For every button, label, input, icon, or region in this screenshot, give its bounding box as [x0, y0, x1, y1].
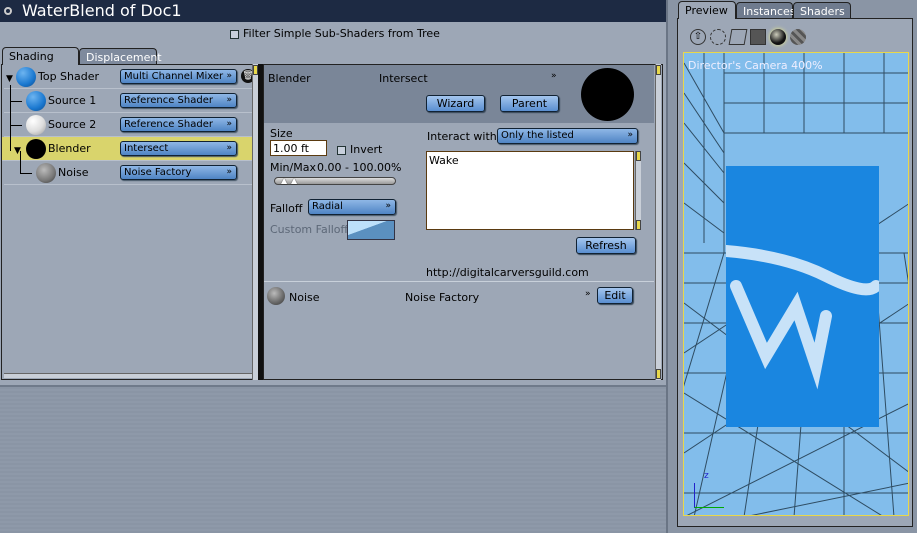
shader-ball-icon: [16, 67, 36, 87]
expand-triangle-icon[interactable]: ▼: [6, 74, 13, 84]
shader-ball-icon: [26, 139, 46, 159]
slider-handle-min[interactable]: ▲: [281, 176, 287, 185]
wizard-button[interactable]: Wizard: [426, 95, 485, 112]
slider-handle-max[interactable]: ▲: [291, 176, 297, 185]
tree-scrollbar[interactable]: [252, 64, 258, 380]
shader-type-select[interactable]: Reference Shader»: [120, 117, 237, 132]
custom-falloff-label: Custom Falloff: [270, 223, 349, 236]
horizontal-scrollbar[interactable]: [4, 373, 254, 378]
window-title: WaterBlend of Doc1: [22, 1, 182, 20]
list-scrollbar[interactable]: [635, 151, 641, 230]
textured-icon[interactable]: [790, 29, 806, 45]
window-title-bar: WaterBlend of Doc1: [0, 0, 666, 22]
tree-row-top-shader[interactable]: ▼ Top Shader Multi Channel Mixer» 🗑: [4, 65, 256, 89]
list-item[interactable]: Wake: [429, 154, 631, 167]
filter-label: Filter Simple Sub-Shaders from Tree: [243, 27, 440, 40]
falloff-label: Falloff: [270, 202, 303, 215]
axis-gizmo: [694, 483, 724, 508]
minmax-value: 0.00 - 100.00%: [317, 161, 402, 174]
detail-scrollbar[interactable]: [655, 64, 661, 380]
wireframe-icon[interactable]: [728, 29, 748, 45]
shader-tree: ▼ Top Shader Multi Channel Mixer» 🗑 Sour…: [1, 64, 258, 380]
refresh-button[interactable]: Refresh: [576, 237, 636, 254]
tree-row-source-1[interactable]: Source 1 Reference Shader»: [4, 89, 256, 113]
tree-line: [10, 85, 11, 151]
camera-label[interactable]: Director's Camera 400%: [688, 59, 823, 72]
axis-gizmo-icon: z: [704, 471, 709, 481]
tree-label: Noise: [58, 166, 89, 179]
shader-ball-icon: [26, 91, 46, 111]
shader-type-select[interactable]: Reference Shader»: [120, 93, 237, 108]
child-shader-name: Noise: [289, 291, 320, 304]
tree-row-blender[interactable]: ▼ Blender Intersect»: [2, 137, 258, 161]
shader-ball-icon: [36, 163, 56, 183]
custom-falloff-curve[interactable]: [347, 220, 395, 240]
edit-button[interactable]: Edit: [597, 287, 633, 304]
tree-label: Source 1: [48, 94, 97, 107]
parent-button[interactable]: Parent: [500, 95, 559, 112]
noise-ball-icon: [267, 287, 285, 305]
shader-ball-icon: [26, 115, 46, 135]
window-close-icon[interactable]: [4, 7, 12, 15]
size-label: Size: [270, 127, 293, 140]
shader-detail-panel: Blender Intersect » Wizard Parent Size 1…: [263, 64, 663, 380]
tree-label: Top Shader: [38, 70, 100, 83]
flat-shaded-icon[interactable]: [750, 29, 766, 45]
shader-type-select[interactable]: Noise Factory»: [120, 165, 237, 180]
minmax-label: Min/Max: [270, 161, 316, 174]
interact-label: Interact with: [427, 130, 497, 143]
invert-label: Invert: [350, 143, 383, 156]
tree-label: Blender: [48, 142, 91, 155]
bounding-box-icon[interactable]: [710, 29, 726, 45]
interact-list[interactable]: Wake: [426, 151, 634, 230]
divider: [264, 281, 654, 282]
smooth-shaded-icon[interactable]: [770, 29, 786, 45]
tree-line: [20, 173, 32, 174]
child-shader-type[interactable]: Noise Factory: [405, 291, 479, 304]
url-link[interactable]: http://digitalcarversguild.com: [426, 266, 589, 279]
chevron-down-icon[interactable]: »: [551, 71, 557, 81]
render-mode-toolbar: ⇧: [690, 29, 806, 45]
tab-shading[interactable]: Shading: [2, 47, 79, 65]
filter-checkbox[interactable]: Filter Simple Sub-Shaders from Tree: [230, 27, 440, 40]
detail-shader-type[interactable]: Intersect: [379, 72, 428, 85]
tree-line: [20, 151, 21, 173]
preview-viewport[interactable]: Director's Camera 400% z: [683, 52, 909, 516]
wake-pattern: [720, 245, 882, 390]
tree-line: [10, 101, 22, 102]
empty-area: [0, 385, 666, 533]
move-icon[interactable]: ⇧: [690, 29, 706, 45]
shader-type-select[interactable]: Intersect»: [120, 141, 237, 156]
interact-select[interactable]: Only the listed»: [497, 128, 638, 144]
tree-line: [10, 125, 22, 126]
tree-label: Source 2: [48, 118, 97, 131]
shader-type-select[interactable]: Multi Channel Mixer»: [120, 69, 237, 84]
minmax-slider[interactable]: ▲ ▲: [274, 176, 396, 185]
tab-preview[interactable]: Preview: [678, 1, 736, 19]
shader-preview-ball: [581, 68, 634, 121]
detail-shader-name: Blender: [268, 72, 311, 85]
chevron-down-icon[interactable]: »: [585, 289, 591, 299]
invert-checkbox[interactable]: Invert: [337, 143, 382, 156]
falloff-select[interactable]: Radial»: [308, 199, 396, 215]
water-plane: [720, 166, 882, 427]
tree-row-source-2[interactable]: Source 2 Reference Shader»: [4, 113, 256, 137]
size-input[interactable]: 1.00 ft: [270, 140, 327, 156]
tree-row-noise[interactable]: Noise Noise Factory»: [4, 161, 256, 185]
